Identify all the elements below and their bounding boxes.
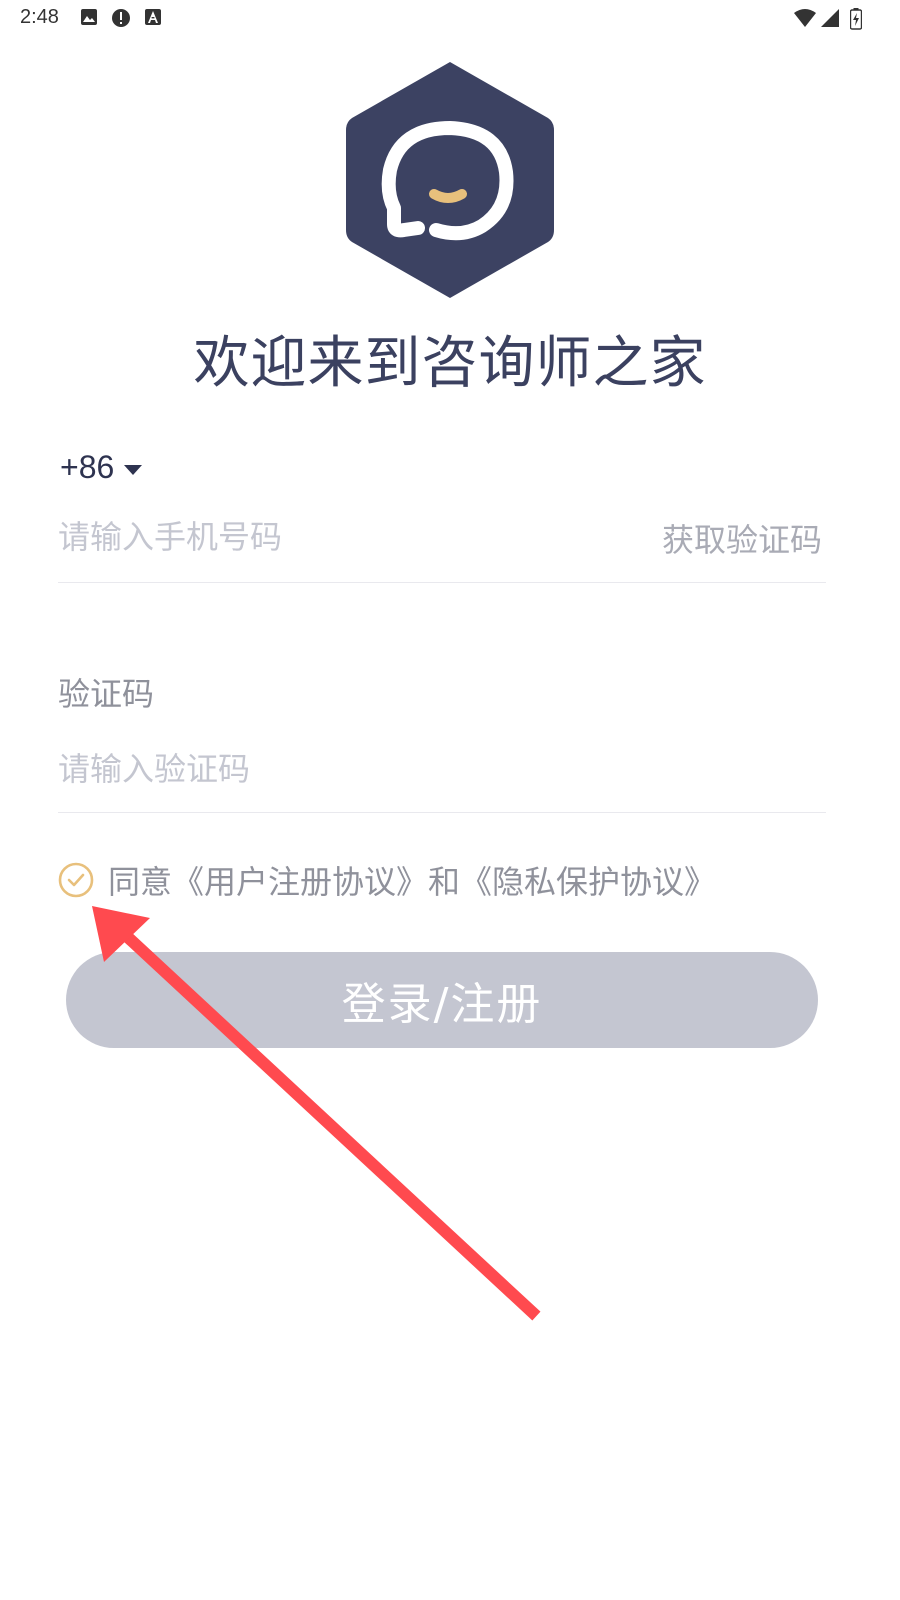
country-code-label: +86 bbox=[60, 449, 115, 485]
status-time: 2:48 bbox=[20, 6, 59, 28]
country-code-selector[interactable]: +86 bbox=[60, 449, 143, 486]
signal-icon bbox=[821, 9, 839, 27]
login-screen: 2:48 欢迎来到咨询师之家 +86 请输入手机号码 获取验证码 验证码 请输入… bbox=[0, 0, 900, 1600]
font-icon bbox=[145, 9, 161, 25]
code-input[interactable] bbox=[58, 747, 618, 791]
status-bar: 2:48 bbox=[0, 0, 900, 40]
divider bbox=[58, 812, 826, 813]
check-circle-icon[interactable] bbox=[58, 862, 94, 898]
welcome-title: 欢迎来到咨询师之家 bbox=[193, 331, 707, 396]
alert-icon bbox=[112, 9, 130, 27]
agreement-text[interactable]: 同意《用户注册协议》和《隐私保护协议》 bbox=[108, 857, 716, 903]
caret-down-icon bbox=[124, 464, 143, 475]
login-register-button[interactable]: 登录/注册 bbox=[66, 952, 818, 1048]
phone-input[interactable] bbox=[58, 515, 618, 559]
get-code-button[interactable]: 获取验证码 bbox=[662, 515, 822, 561]
code-label: 验证码 bbox=[58, 675, 155, 713]
wifi-icon bbox=[794, 9, 816, 27]
battery-icon bbox=[850, 8, 862, 30]
image-icon bbox=[81, 9, 97, 25]
chat-bubble-hexagon-logo-icon bbox=[346, 62, 554, 298]
divider bbox=[58, 582, 826, 583]
agreement-row: 同意《用户注册协议》和《隐私保护协议》 bbox=[58, 857, 716, 903]
